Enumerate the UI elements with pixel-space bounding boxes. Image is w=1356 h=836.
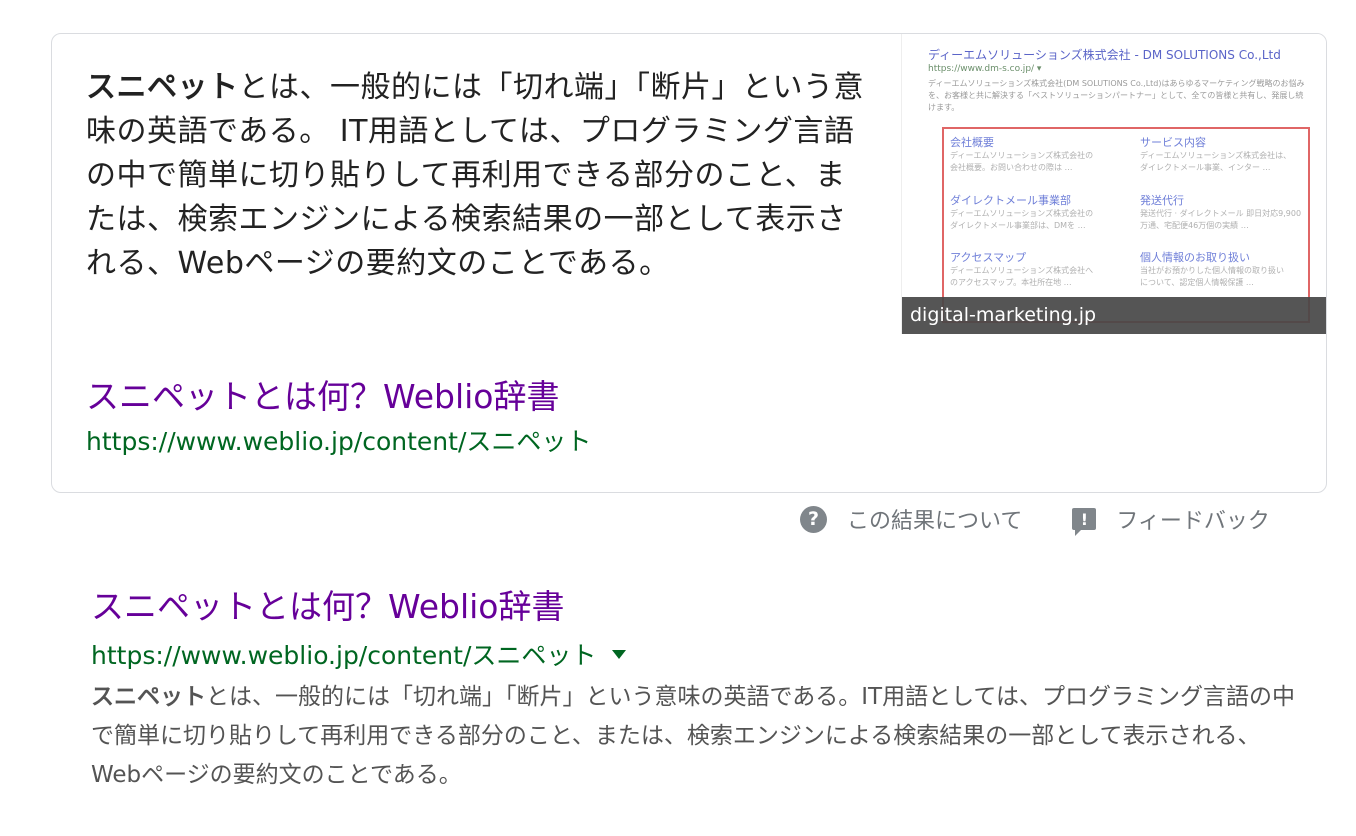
featured-snippet-card: スニペットとは、一般的には「切れ端」「断片」という意味の英語である。 IT用語と… [51,33,1327,493]
sitelink-title: 会社概要 [950,136,994,149]
thumbnail-sitelink: 会社概要 ディーエムソリューションズ株式会社の 会社概要。お問い合わせの際は … [950,134,1120,174]
result-keyword: スニペット [91,684,206,710]
thumbnail-sitelink: 個人情報のお取り扱い 当社がお預かりした個人情報の取り扱い について、認定個人情… [1140,249,1310,289]
thumbnail-caption: digital-marketing.jp [902,297,1326,334]
sitelink-title: サービス内容 [1140,136,1206,149]
sitelink-title: アクセスマップ [950,251,1027,264]
featured-thumbnail[interactable]: ディーエムソリューションズ株式会社 - DM SOLUTIONS Co.,Ltd… [901,34,1326,334]
thumbnail-sitelink: サービス内容 ディーエムソリューションズ株式会社は、 ダイレクトメール事業、イン… [1140,134,1310,174]
feedback-icon[interactable]: ! [1072,508,1097,536]
thumbnail-sitelink: アクセスマップ ディーエムソリューションズ株式会社へ のアクセスマップ。本社所在… [950,249,1120,289]
sitelink-title: ダイレクトメール事業部 [950,194,1071,207]
featured-snippet-text: スニペットとは、一般的には「切れ端」「断片」という意味の英語である。 IT用語と… [86,66,864,286]
about-this-result-link[interactable]: この結果について [847,503,1022,535]
thumbnail-sitelink: 発送代行 発送代行 · ダイレクトメール 即日対応9,900 万通、宅配便46万… [1140,192,1310,232]
thumbnail-site-title: ディーエムソリューションズ株式会社 - DM SOLUTIONS Co.,Ltd [928,48,1281,62]
sitelink-desc: について、認定個人情報保護 … [1140,278,1254,287]
sitelink-desc: ダイレクトメール事業部は、DMを … [950,221,1086,230]
sitelink-desc: 万通、宅配便46万個の実績 … [1140,221,1249,230]
thumbnail-site-desc: ディーエムソリューションズ株式会社(DM SOLUTIONS Co.,Ltd)は… [928,79,1305,112]
result-desc-body: とは、一般的には「切れ端」「断片」という意味の英語である。IT用語としては、プロ… [91,684,1295,788]
result-url: https://www.weblio.jp/content/スニペット [91,641,597,670]
sitelink-desc: のアクセスマップ。本社所在地 … [950,278,1072,287]
feedback-link[interactable]: フィードバック [1116,503,1270,535]
result-description: スニペットとは、一般的には「切れ端」「断片」という意味の英語である。IT用語とし… [91,678,1301,795]
result-title-link[interactable]: スニペットとは何？Weblio辞書 [91,584,1311,630]
sitelink-desc: ダイレクトメール事業、インター … [1140,163,1271,172]
sitelink-desc: ディーエムソリューションズ株式会社の [950,151,1094,160]
result-url-line: https://www.weblio.jp/content/スニペット [91,636,1311,672]
featured-result-link[interactable]: スニペットとは何？Weblio辞書 [86,370,559,418]
caret-down-icon[interactable] [612,649,627,659]
sitelink-title: 発送代行 [1140,194,1184,207]
sitelink-desc: 当社がお預かりした個人情報の取り扱い [1140,266,1284,275]
thumbnail-site-url: https://www.dm-s.co.jp/ ▾ [928,64,1042,74]
search-result: スニペットとは何？Weblio辞書 https://www.weblio.jp/… [91,584,1311,795]
featured-result-url: https://www.weblio.jp/content/スニペット [86,427,592,456]
sitelink-desc: ディーエムソリューションズ株式会社へ [950,266,1094,275]
snippet-feedback-row: ? この結果について ! フィードバック [800,503,1270,536]
snippet-keyword: スニペット [86,70,239,105]
sitelink-desc: 会社概要。お問い合わせの際は … [950,163,1073,172]
help-circle-icon[interactable]: ? [800,505,827,533]
thumbnail-sitelink: ダイレクトメール事業部 ディーエムソリューションズ株式会社の ダイレクトメール事… [950,192,1120,232]
sitelink-desc: 発送代行 · ダイレクトメール 即日対応9,900 [1140,209,1302,218]
sitelink-title: 個人情報のお取り扱い [1140,251,1250,264]
sitelink-desc: ディーエムソリューションズ株式会社の [950,209,1094,218]
sitelink-desc: ディーエムソリューションズ株式会社は、 [1140,151,1292,160]
